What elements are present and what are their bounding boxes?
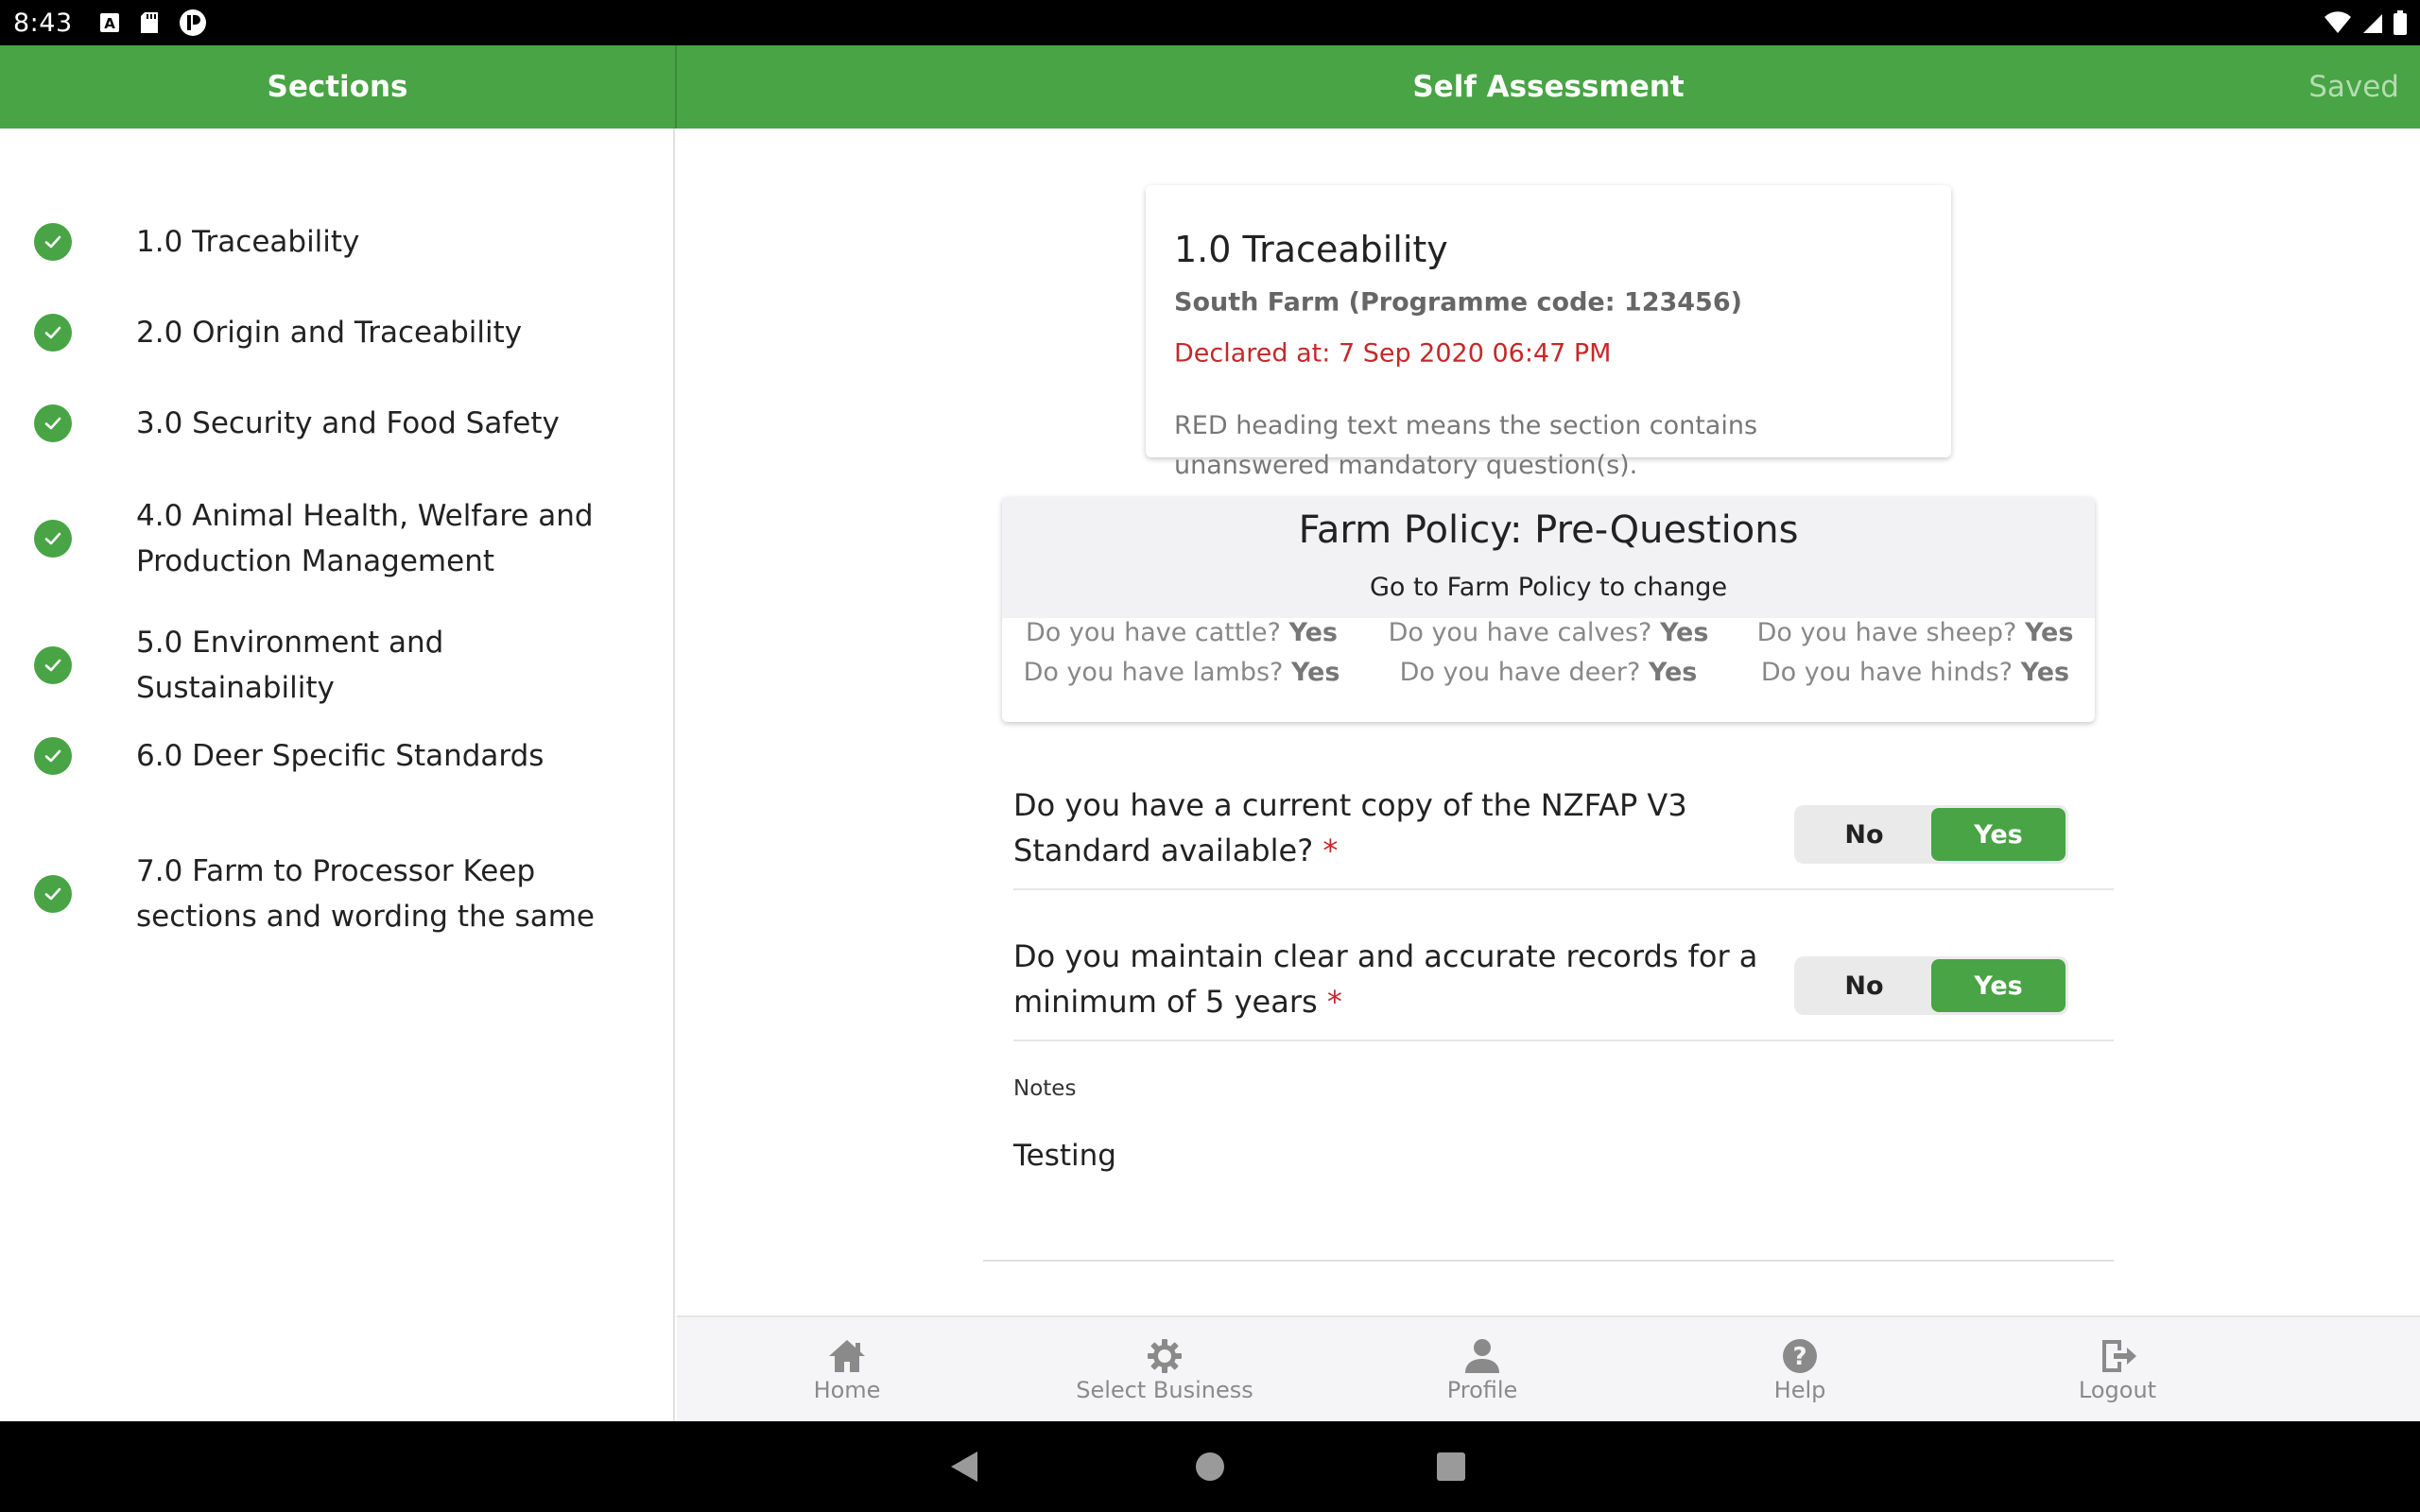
- nav-select-business-label: Select Business: [1076, 1377, 1253, 1403]
- check-circle-icon: [34, 404, 72, 442]
- check-circle-icon: [34, 875, 72, 913]
- page-title: Self Assessment: [1412, 70, 1685, 104]
- policy-change-link[interactable]: Go to Farm Policy to change: [1002, 573, 2095, 602]
- nav-select-business[interactable]: Select Business: [1032, 1317, 1297, 1423]
- wifi-icon: [2324, 11, 2352, 34]
- yes-option[interactable]: Yes: [1931, 959, 2066, 1012]
- required-marker: *: [1322, 833, 1339, 868]
- sidebar-item-environment[interactable]: 5.0 Environment and Sustainability: [0, 622, 673, 709]
- keyboard-a-icon: A: [99, 12, 120, 33]
- sd-card-icon: [139, 11, 160, 34]
- nav-profile[interactable]: Profile: [1350, 1317, 1615, 1423]
- nav-home-label: Home: [813, 1377, 881, 1403]
- svg-text:A: A: [104, 15, 115, 32]
- sidebar-item-farm-to-processor[interactable]: 7.0 Farm to Processor Keep sections and …: [0, 826, 673, 962]
- sidebar-item-label: 1.0 Traceability: [136, 225, 360, 259]
- red-heading-note: RED heading text means the section conta…: [1174, 411, 1758, 480]
- yes-no-toggle[interactable]: No Yes: [1794, 805, 2068, 864]
- saved-status: Saved: [2308, 70, 2399, 104]
- status-icons-left: A: [99, 9, 207, 37]
- sidebar-item-label: 5.0 Environment and Sustainability: [136, 626, 444, 705]
- recents-icon[interactable]: [1435, 1450, 1467, 1487]
- gear-icon: [1146, 1337, 1184, 1375]
- system-nav-bar: [0, 1421, 2420, 1512]
- home-circle-icon[interactable]: [1195, 1450, 1225, 1487]
- check-circle-icon: [34, 737, 72, 775]
- status-bar: 8:43 A: [0, 0, 2420, 45]
- status-time: 8:43: [13, 8, 73, 38]
- yes-no-toggle[interactable]: No Yes: [1794, 956, 2068, 1015]
- policy-question-sheep: Do you have sheep? Yes: [1756, 618, 2074, 647]
- policy-question-lambs: Do you have lambs? Yes: [1023, 658, 1340, 687]
- home-icon: [826, 1337, 868, 1375]
- logout-icon: [2097, 1337, 2138, 1375]
- policy-title: Farm Policy: Pre-Questions: [1298, 508, 1799, 552]
- required-marker: *: [1326, 984, 1342, 1020]
- farm-subtitle: South Farm (Programme code: 123456): [1174, 287, 1742, 318]
- help-icon: ?: [1781, 1337, 1819, 1375]
- bottom-nav: Home Select Business Profile ? Help Logo…: [677, 1315, 2420, 1421]
- notes-label: Notes: [1013, 1076, 1077, 1101]
- nav-logout[interactable]: Logout: [1985, 1317, 2250, 1423]
- sidebar-item-traceability[interactable]: 1.0 Traceability: [0, 198, 673, 285]
- sidebar-header: Sections: [0, 45, 675, 129]
- section-info-card: 1.0 Traceability South Farm (Programme c…: [1146, 185, 1951, 480]
- sidebar-item-origin[interactable]: 2.0 Origin and Traceability: [0, 289, 673, 376]
- sidebar-item-animal-health[interactable]: 4.0 Animal Health, Welfare and Productio…: [0, 471, 673, 607]
- back-icon[interactable]: [949, 1450, 979, 1487]
- status-icons-right: [2324, 10, 2407, 35]
- question-text: Do you have a current copy of the NZFAP …: [1013, 787, 1687, 868]
- battery-icon: [2394, 10, 2407, 35]
- farm-policy-card: Farm Policy: Pre-Questions Go to Farm Po…: [1002, 497, 2095, 722]
- declared-date: Declared at: 7 Sep 2020 06:47 PM: [1174, 338, 1612, 369]
- sections-sidebar: 1.0 Traceability 2.0 Origin and Traceabi…: [0, 129, 675, 1421]
- sidebar-item-label: 7.0 Farm to Processor Keep sections and …: [136, 854, 595, 934]
- sidebar-item-security[interactable]: 3.0 Security and Food Safety: [0, 380, 673, 467]
- sidebar-item-label: 4.0 Animal Health, Welfare and Productio…: [136, 499, 594, 578]
- sidebar-item-deer[interactable]: 6.0 Deer Specific Standards: [0, 713, 673, 799]
- check-circle-icon: [34, 646, 72, 684]
- cell-signal-icon: [2361, 11, 2384, 34]
- check-circle-icon: [34, 314, 72, 352]
- question-row-records: Do you maintain clear and accurate recor…: [1013, 922, 2114, 1041]
- sidebar-item-label: 6.0 Deer Specific Standards: [136, 739, 544, 773]
- policy-header: Farm Policy: Pre-Questions Go to Farm Po…: [1002, 497, 2095, 618]
- person-icon: [1463, 1337, 1501, 1375]
- question-text: Do you maintain clear and accurate recor…: [1013, 938, 1758, 1020]
- sidebar-title: Sections: [267, 70, 408, 104]
- sidebar-item-label: 2.0 Origin and Traceability: [136, 316, 523, 350]
- nav-help[interactable]: ? Help: [1668, 1317, 1932, 1423]
- policy-question-deer: Do you have deer? Yes: [1399, 658, 1698, 687]
- question-row-nzfap: Do you have a current copy of the NZFAP …: [1013, 771, 2114, 890]
- sidebar-item-label: 3.0 Security and Food Safety: [136, 406, 560, 440]
- notes-input[interactable]: Testing: [1013, 1139, 1116, 1173]
- nav-home[interactable]: Home: [715, 1317, 979, 1423]
- notes-underline: [983, 1260, 2114, 1262]
- nav-help-label: Help: [1773, 1377, 1826, 1403]
- yes-option[interactable]: Yes: [1931, 808, 2066, 861]
- check-circle-icon: [34, 223, 72, 261]
- main-header: Self Assessment Saved: [677, 45, 2420, 129]
- no-option[interactable]: No: [1797, 808, 1931, 861]
- policy-question-calves: Do you have calves? Yes: [1388, 618, 1709, 647]
- nav-logout-label: Logout: [2078, 1377, 2157, 1403]
- svg-text:?: ?: [1792, 1343, 1806, 1371]
- policy-question-cattle: Do you have cattle? Yes: [1026, 618, 1338, 647]
- no-option[interactable]: No: [1797, 959, 1931, 1012]
- main-content: 1.0 Traceability South Farm (Programme c…: [677, 129, 2420, 1315]
- check-circle-icon: [34, 520, 72, 558]
- app-notification-icon: [179, 9, 207, 37]
- policy-question-hinds: Do you have hinds? Yes: [1760, 658, 2070, 687]
- section-title: 1.0 Traceability: [1174, 229, 1448, 270]
- nav-profile-label: Profile: [1446, 1377, 1518, 1403]
